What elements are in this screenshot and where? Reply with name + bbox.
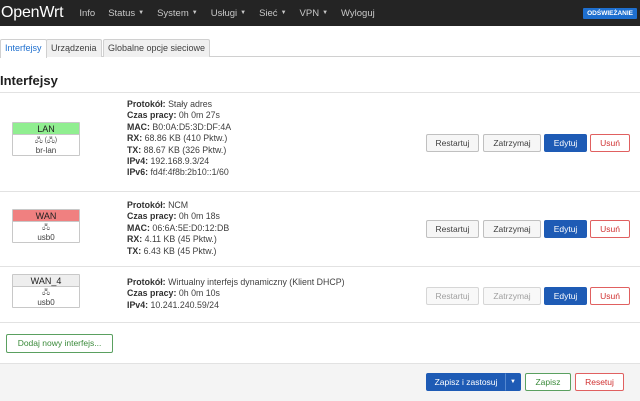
caret-down-icon: ▼ (280, 10, 287, 16)
tab-bar: Interfejsy Urządzenia Globalne opcje sie… (0, 37, 640, 58)
footer-bar: Zapisz i zastosuj ▼ Zapisz Resetuj (0, 363, 640, 401)
tab-global-options[interactable]: Globalne opcje sieciowe (103, 39, 211, 57)
interface-row-lan: LAN 🖧 (🖧) br-lan Protokół: Stały adres C… (0, 93, 640, 192)
info-line: Czas pracy: 0h 0m 10s (127, 288, 220, 299)
info-line: Czas pracy: 0h 0m 18s (127, 211, 220, 222)
stop-button[interactable]: Zatrzymaj (483, 287, 541, 305)
info-line: Protokół: Wirtualny interfejs dynamiczny… (127, 277, 345, 287)
edit-button[interactable]: Edytuj (544, 287, 587, 305)
dropdown-caret-icon[interactable]: ▼ (505, 373, 521, 391)
menu-vpn[interactable]: VPN ▼ (300, 8, 329, 19)
info-line: IPv6: fd4f:4f8b:2b10::1/60 (127, 167, 229, 178)
interface-info: Protokół: Wirtualny interfejs dynamiczny… (127, 277, 345, 311)
interface-badge-wan4[interactable]: WAN_4 🖧 usb0 (12, 274, 80, 308)
stop-button[interactable]: Zatrzymaj (483, 220, 541, 238)
caret-down-icon: ▼ (240, 10, 247, 16)
top-navbar: OpenWrt Info Status ▼ System ▼ Usługi ▼ Sie… (0, 0, 640, 26)
info-line: MAC: 06:6A:5E:D0:12:DB (127, 222, 230, 233)
delete-button[interactable]: Usuń (590, 134, 630, 152)
save-button[interactable]: Zapisz (525, 373, 571, 391)
info-line: Protokół: NCM (127, 200, 189, 210)
info-line: IPv4: 10.241.240.59/24 (127, 299, 219, 310)
menu-services-label: Usługi (210, 7, 238, 19)
page-title: Interfejsy (0, 73, 58, 88)
info-line: MAC: B0:0A:D5:3D:DF:4A (127, 121, 232, 132)
interface-row-wan: WAN 🖧 usb0 Protokół: NCM Czas pracy: 0h … (0, 192, 640, 267)
edit-button[interactable]: Edytuj (544, 134, 587, 152)
info-line: Czas pracy: 0h 0m 27s (127, 110, 220, 121)
interface-row-wan4: WAN_4 🖧 usb0 Protokół: Wirtualny interfe… (0, 267, 640, 323)
restart-button[interactable]: Restartuj (426, 220, 479, 238)
info-line: IPv4: 192.168.9.3/24 (127, 156, 210, 167)
info-line: RX: 68.86 KB (410 Pktw.) (127, 133, 228, 144)
edit-button[interactable]: Edytuj (544, 220, 587, 238)
info-line: RX: 4.11 KB (45 Pktw.) (127, 234, 217, 245)
tab-devices[interactable]: Urządzenia (46, 39, 102, 57)
menu-vpn-label: VPN (299, 7, 320, 19)
save-apply-button[interactable]: Zapisz i zastosuj (426, 373, 506, 391)
refresh-badge[interactable]: ODŚWIEŻANIE (583, 8, 637, 19)
add-interface-button[interactable]: Dodaj nowy interfejs... (6, 334, 113, 353)
brand-logo[interactable]: OpenWrt (1, 4, 64, 22)
interface-info: Protokół: Stały adres Czas pracy: 0h 0m … (127, 99, 231, 179)
interface-device: usb0 (37, 233, 55, 242)
interface-name: LAN (13, 123, 79, 135)
interface-info: Protokół: NCM Czas pracy: 0h 0m 18s MAC:… (127, 200, 229, 257)
menu-info-label: Info (79, 7, 96, 19)
menu-system[interactable]: System ▼ (157, 8, 198, 19)
caret-down-icon: ▼ (322, 10, 329, 16)
menu-logout-label: Wyloguj (341, 7, 375, 19)
interface-name: WAN_4 (13, 275, 79, 287)
restart-button[interactable]: Restartuj (426, 287, 479, 305)
network-port-icon: 🖧 (🖧) (34, 137, 58, 144)
interface-device: br-lan (35, 146, 57, 155)
menu-logout[interactable]: Wyloguj (341, 8, 375, 19)
menu-status-label: Status (108, 7, 136, 19)
caret-down-icon: ▼ (191, 10, 198, 16)
delete-button[interactable]: Usuń (590, 287, 630, 305)
stop-button[interactable]: Zatrzymaj (483, 134, 541, 152)
delete-button[interactable]: Usuń (590, 220, 630, 238)
tab-interfaces[interactable]: Interfejsy (0, 39, 47, 58)
info-line: Protokół: Stały adres (127, 99, 213, 109)
network-port-icon: 🖧 (42, 289, 50, 296)
interface-name: WAN (13, 210, 79, 222)
menu-network-label: Sieć (259, 7, 278, 19)
network-port-icon: 🖧 (42, 224, 50, 231)
menu-status[interactable]: Status ▼ (108, 8, 144, 19)
interface-badge-lan[interactable]: LAN 🖧 (🖧) br-lan (12, 122, 80, 156)
info-line: TX: 6.43 KB (45 Pktw.) (127, 245, 217, 256)
interface-badge-wan[interactable]: WAN 🖧 usb0 (12, 209, 80, 243)
restart-button[interactable]: Restartuj (426, 134, 479, 152)
menu-system-label: System (157, 7, 189, 19)
interface-device: usb0 (37, 298, 55, 307)
info-line: TX: 88.67 KB (326 Pktw.) (127, 144, 227, 155)
menu-network[interactable]: Sieć ▼ (259, 8, 286, 19)
reset-button[interactable]: Resetuj (575, 373, 624, 391)
menu-services[interactable]: Usługi ▼ (211, 8, 246, 19)
caret-down-icon: ▼ (138, 10, 145, 16)
menu-info[interactable]: Info (79, 8, 95, 19)
